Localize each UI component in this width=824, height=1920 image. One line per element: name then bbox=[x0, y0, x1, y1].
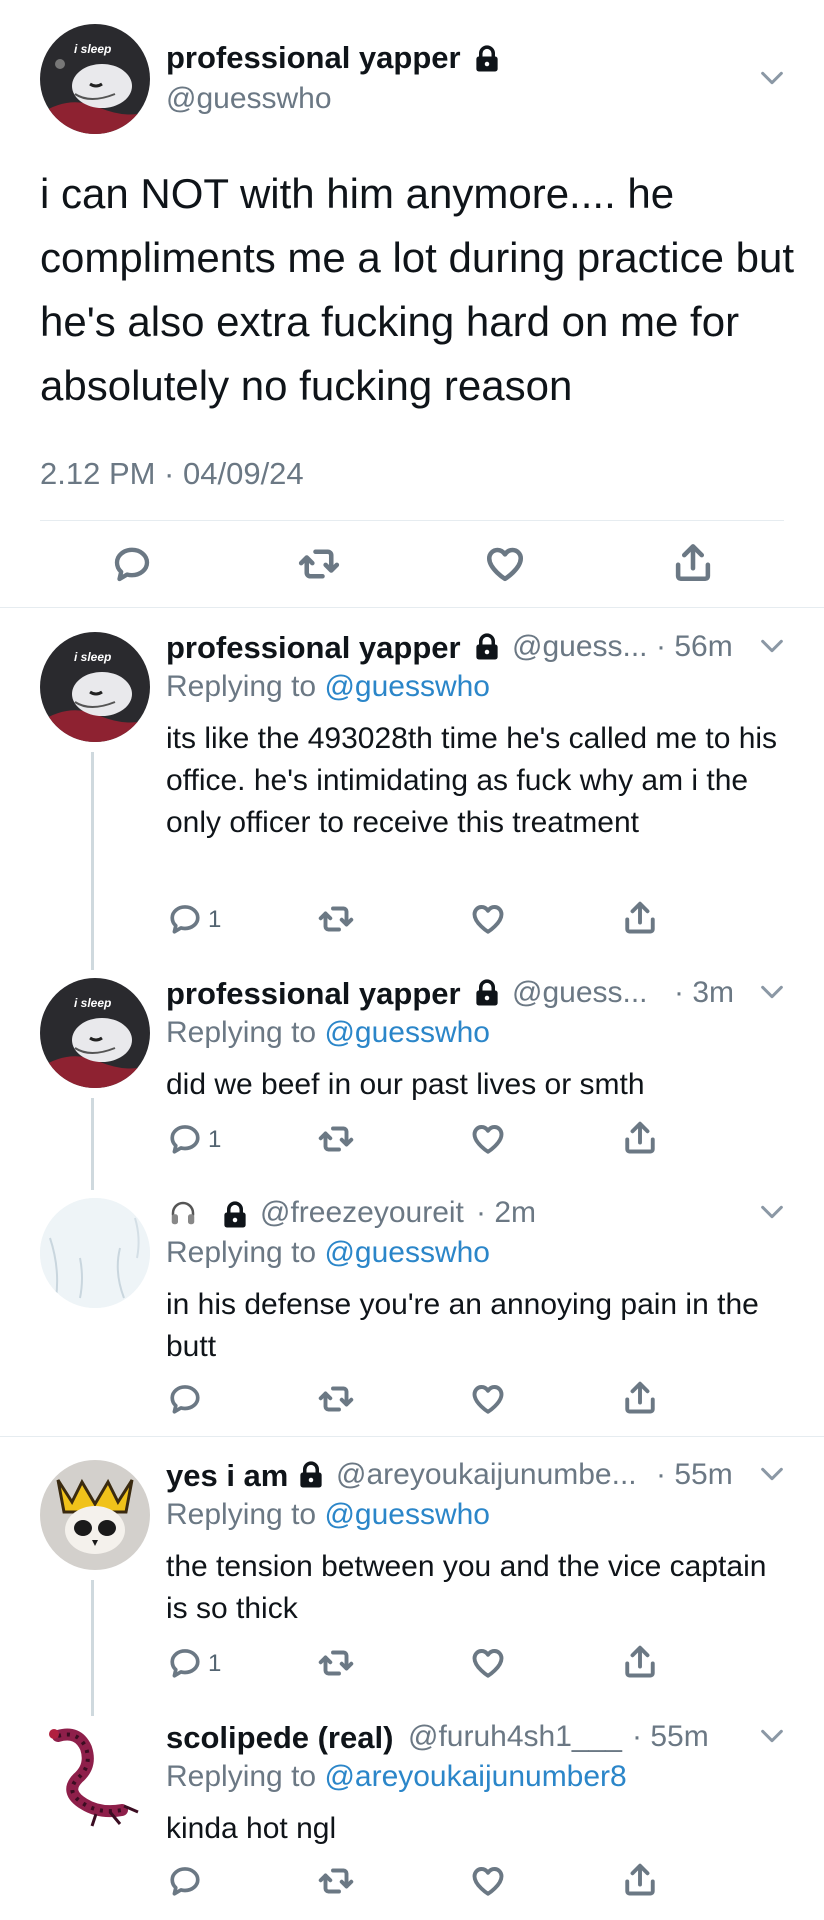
replying-to-label: Replying to bbox=[166, 1236, 317, 1269]
share-icon[interactable] bbox=[622, 1644, 658, 1680]
time: · 2m bbox=[476, 1196, 536, 1229]
handle[interactable]: @furuh4sh1___ bbox=[408, 1720, 622, 1754]
reply-text: the tension between you and the vice cap… bbox=[166, 1550, 767, 1625]
display-name[interactable]: professional yapper bbox=[166, 630, 461, 666]
avatar[interactable]: i sleep bbox=[40, 978, 150, 1088]
lock-icon bbox=[220, 1200, 250, 1230]
divider bbox=[40, 520, 784, 521]
share-icon[interactable] bbox=[622, 1120, 658, 1156]
display-name[interactable]: scolipede (real) bbox=[166, 1720, 393, 1756]
display-name[interactable]: yes i am bbox=[166, 1458, 288, 1494]
share-icon[interactable] bbox=[622, 1380, 658, 1416]
replying-to-label: Replying to bbox=[166, 1498, 317, 1531]
replying-to: Replying to @areyoukaijunumber8 bbox=[166, 1760, 627, 1794]
reply-text: in his defense you're an annoying pain i… bbox=[166, 1288, 759, 1363]
reply-text: its like the 493028th time he's called m… bbox=[166, 722, 778, 839]
replying-to-handle[interactable]: @guesswho bbox=[324, 1498, 490, 1531]
avatar[interactable] bbox=[40, 1722, 150, 1832]
handle[interactable]: @guess... bbox=[512, 976, 648, 1010]
white-fur-avatar-image bbox=[40, 1198, 150, 1308]
share-icon[interactable] bbox=[672, 542, 714, 584]
tweet-text: i can NOT with him anymore.... he compli… bbox=[40, 170, 795, 409]
handle[interactable]: @freezeyoureit bbox=[260, 1196, 464, 1230]
time: · 56m bbox=[656, 630, 733, 663]
handle[interactable]: @guess... bbox=[512, 630, 648, 664]
chevron-down-icon[interactable] bbox=[758, 64, 786, 92]
avatar-caption: i sleep bbox=[74, 996, 112, 1010]
replying-to: Replying to @guesswho bbox=[166, 1016, 490, 1050]
reply-icon[interactable] bbox=[168, 902, 202, 936]
replying-to-label: Replying to bbox=[166, 670, 317, 703]
replying-to-handle[interactable]: @guesswho bbox=[324, 670, 490, 703]
thread-line bbox=[91, 752, 94, 970]
heart-icon[interactable] bbox=[484, 543, 526, 585]
avatar[interactable]: i sleep bbox=[40, 24, 150, 134]
chevron-down-icon[interactable] bbox=[758, 632, 786, 660]
scolipede-avatar-image bbox=[40, 1722, 150, 1832]
divider bbox=[0, 1436, 824, 1437]
time: · 3m bbox=[674, 976, 734, 1009]
reply-text: did we beef in our past lives or smth bbox=[166, 1068, 645, 1101]
replying-to: Replying to @guesswho bbox=[166, 1236, 490, 1270]
retweet-icon[interactable] bbox=[318, 901, 354, 937]
replying-to-handle[interactable]: @guesswho bbox=[324, 1016, 490, 1049]
lock-icon bbox=[472, 632, 502, 662]
display-name[interactable]: professional yapper bbox=[166, 976, 461, 1012]
reply-count: 1 bbox=[208, 1126, 222, 1153]
sleep-avatar-image bbox=[40, 24, 150, 134]
display-name[interactable]: professional yapper bbox=[166, 40, 461, 76]
reply-icon[interactable] bbox=[168, 1382, 202, 1416]
lock-icon bbox=[296, 1460, 326, 1490]
replying-to: Replying to @guesswho bbox=[166, 670, 490, 704]
heart-icon[interactable] bbox=[470, 1381, 506, 1417]
time: · 55m bbox=[632, 1720, 709, 1753]
headphones-icon bbox=[171, 1201, 195, 1225]
reply-icon[interactable] bbox=[168, 1864, 202, 1898]
share-icon[interactable] bbox=[622, 900, 658, 936]
heart-icon[interactable] bbox=[470, 1121, 506, 1157]
handle[interactable]: @areyoukaijunumbe... bbox=[336, 1458, 637, 1492]
heart-icon[interactable] bbox=[470, 1863, 506, 1899]
thread-line bbox=[91, 1580, 94, 1716]
reply-icon[interactable] bbox=[168, 1122, 202, 1156]
avatar[interactable] bbox=[40, 1460, 150, 1570]
avatar-caption: i sleep bbox=[74, 650, 112, 664]
timestamp: 2.12 PM · 04/09/24 bbox=[40, 456, 304, 491]
retweet-icon[interactable] bbox=[318, 1121, 354, 1157]
avatar[interactable]: i sleep bbox=[40, 632, 150, 742]
retweet-icon[interactable] bbox=[318, 1863, 354, 1899]
divider bbox=[0, 607, 824, 608]
replying-to-handle[interactable]: @guesswho bbox=[324, 1236, 490, 1269]
reply-count: 1 bbox=[208, 906, 222, 933]
chevron-down-icon[interactable] bbox=[758, 978, 786, 1006]
replying-to-handle[interactable]: @areyoukaijunumber8 bbox=[324, 1760, 626, 1793]
heart-icon[interactable] bbox=[470, 1645, 506, 1681]
chevron-down-icon[interactable] bbox=[758, 1722, 786, 1750]
avatar-caption: i sleep bbox=[74, 42, 112, 56]
sleep-avatar-image bbox=[40, 632, 150, 742]
reply-count: 1 bbox=[208, 1650, 222, 1677]
heart-icon[interactable] bbox=[470, 901, 506, 937]
time: · 55m bbox=[656, 1458, 733, 1491]
replying-to-label: Replying to bbox=[166, 1016, 317, 1049]
lock-icon bbox=[472, 978, 502, 1008]
retweet-icon[interactable] bbox=[298, 543, 340, 585]
replying-to-label: Replying to bbox=[166, 1760, 317, 1793]
chevron-down-icon[interactable] bbox=[758, 1460, 786, 1488]
lock-icon bbox=[472, 44, 502, 74]
reply-text: kinda hot ngl bbox=[166, 1812, 337, 1845]
retweet-icon[interactable] bbox=[318, 1381, 354, 1417]
skull-avatar-image bbox=[40, 1460, 150, 1570]
sleep-avatar-image bbox=[40, 978, 150, 1088]
retweet-icon[interactable] bbox=[318, 1645, 354, 1681]
thread-line bbox=[91, 1098, 94, 1190]
reply-icon[interactable] bbox=[168, 1646, 202, 1680]
chevron-down-icon[interactable] bbox=[758, 1198, 786, 1226]
avatar[interactable] bbox=[40, 1198, 150, 1308]
share-icon[interactable] bbox=[622, 1862, 658, 1898]
reply-icon[interactable] bbox=[112, 544, 152, 584]
replying-to: Replying to @guesswho bbox=[166, 1498, 490, 1532]
handle[interactable]: @guesswho bbox=[166, 82, 332, 116]
